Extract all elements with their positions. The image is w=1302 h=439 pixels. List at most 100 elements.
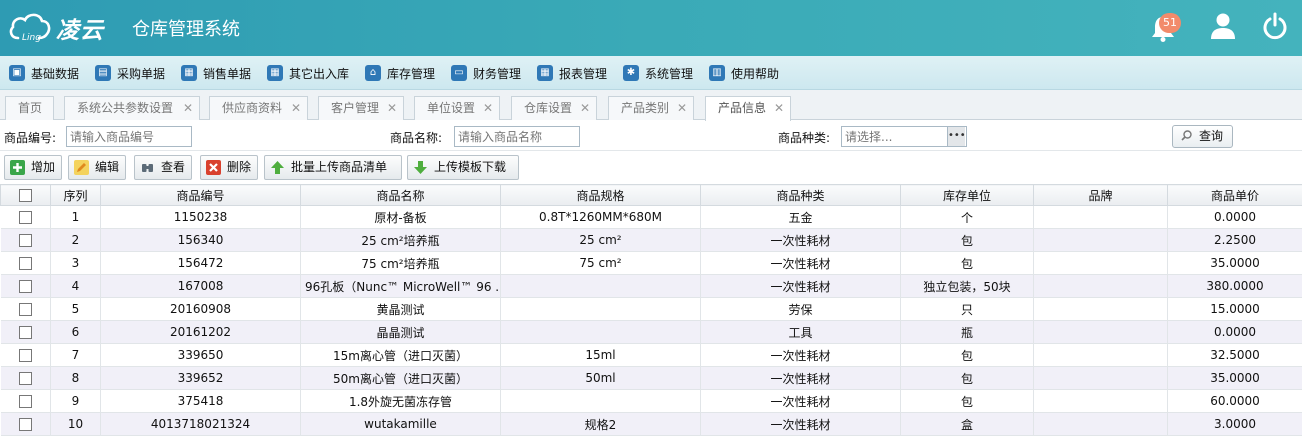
table-cell: 35.0000 bbox=[1167, 366, 1302, 390]
table-header-row: 序列 商品编号 商品名称 商品规格 商品种类 库存单位 品牌 商品单价 bbox=[0, 184, 1302, 206]
table-row[interactable]: 7 339650 15m离心管（进口灭菌） 15ml 一次性耗材包 32.5000 bbox=[0, 343, 1302, 367]
column-header[interactable]: 商品种类 bbox=[700, 184, 901, 206]
row-checkbox[interactable] bbox=[18, 257, 32, 270]
close-icon[interactable]: ✕ bbox=[677, 97, 687, 119]
menu-item-purchase[interactable]: ▤ 采购单据 bbox=[95, 64, 165, 82]
table-row[interactable]: 8 339652 50m离心管（进口灭菌） 50ml 一次性耗材包 35.0000 bbox=[0, 366, 1302, 390]
menu-item-basic-data[interactable]: ▣ 基础数据 bbox=[9, 64, 79, 82]
row-checkbox[interactable] bbox=[18, 303, 32, 316]
table-cell: 规格2 bbox=[500, 412, 701, 436]
table-cell bbox=[500, 320, 701, 344]
product-type-label: 商品种类: bbox=[778, 131, 831, 145]
binoculars-icon bbox=[140, 160, 155, 175]
delete-button[interactable]: 删除 bbox=[200, 155, 258, 180]
close-icon[interactable]: ✕ bbox=[387, 97, 397, 119]
row-checkbox[interactable] bbox=[18, 280, 32, 293]
query-button[interactable]: 查询 bbox=[1172, 125, 1233, 148]
product-code-input[interactable] bbox=[66, 126, 192, 147]
tab-label: 供应商资料 bbox=[222, 101, 283, 115]
column-header[interactable]: 商品名称 bbox=[300, 184, 501, 206]
table-row[interactable]: 4 167008 96孔板（Nunc™ MicroWell™ 96 ... 一次性耗材… bbox=[0, 274, 1302, 298]
power-icon[interactable] bbox=[1262, 12, 1288, 40]
column-header[interactable]: 商品规格 bbox=[500, 184, 701, 206]
select-all-checkbox[interactable] bbox=[19, 189, 32, 202]
tab-customers[interactable]: 客户管理 ✕ bbox=[318, 96, 404, 120]
tab-units[interactable]: 单位设置 ✕ bbox=[414, 96, 500, 120]
column-header[interactable]: 商品单价 bbox=[1167, 184, 1302, 206]
row-checkbox[interactable] bbox=[18, 234, 32, 247]
menu-item-system[interactable]: ✱ 系统管理 bbox=[623, 64, 693, 82]
close-icon[interactable]: ✕ bbox=[774, 97, 784, 119]
more-icon[interactable]: ••• bbox=[947, 127, 966, 146]
arrow-up-icon bbox=[270, 160, 285, 175]
row-select-cell[interactable] bbox=[0, 320, 51, 344]
table-row[interactable]: 10 4013718021324 wutakamille 规格2 一次性耗材盒 3.000… bbox=[0, 412, 1302, 436]
row-select-cell[interactable] bbox=[0, 297, 51, 321]
row-checkbox[interactable] bbox=[18, 372, 32, 385]
row-checkbox[interactable] bbox=[18, 326, 32, 339]
table-row[interactable]: 3 156472 75 cm²培养瓶 75 cm² 一次性耗材包 35.0000 bbox=[0, 251, 1302, 275]
close-icon[interactable]: ✕ bbox=[483, 97, 493, 119]
template-download-button[interactable]: 上传模板下载 bbox=[407, 155, 519, 180]
tab-product-info[interactable]: 产品信息 ✕ bbox=[705, 96, 791, 121]
row-select-cell[interactable] bbox=[0, 228, 51, 252]
menu-item-other-io[interactable]: ▦ 其它出入库 bbox=[267, 64, 349, 82]
table-row[interactable]: 2 156340 25 cm²培养瓶 25 cm² 一次性耗材包 2.2500 bbox=[0, 228, 1302, 252]
product-name-input[interactable] bbox=[454, 126, 580, 147]
column-header[interactable]: 商品编号 bbox=[100, 184, 301, 206]
tab-home[interactable]: 首页 bbox=[5, 96, 54, 120]
table-cell bbox=[1033, 320, 1168, 344]
table-cell: 劳保 bbox=[700, 297, 901, 321]
close-icon[interactable]: ✕ bbox=[183, 97, 193, 119]
close-icon[interactable]: ✕ bbox=[291, 97, 301, 119]
table-row[interactable]: 9 375418 1.8外旋无菌冻存管 一次性耗材包 60.0000 bbox=[0, 389, 1302, 413]
row-select-cell[interactable] bbox=[0, 412, 51, 436]
app-header: Ling 凌云 仓库管理系统 51 bbox=[0, 0, 1302, 56]
add-button[interactable]: 增加 bbox=[4, 155, 62, 180]
tab-system-params[interactable]: 系统公共参数设置 ✕ bbox=[64, 96, 200, 120]
table-cell: 0.0000 bbox=[1167, 320, 1302, 344]
tab-bar: 首页 系统公共参数设置 ✕ 供应商资料 ✕ 客户管理 ✕ 单位设置 ✕ 仓库设置… bbox=[0, 90, 1302, 121]
menu-item-sales[interactable]: ▦ 销售单据 bbox=[181, 64, 251, 82]
user-icon[interactable] bbox=[1210, 12, 1236, 40]
tab-warehouses[interactable]: 仓库设置 ✕ bbox=[511, 96, 597, 120]
plus-icon bbox=[10, 160, 25, 175]
row-checkbox[interactable] bbox=[18, 418, 32, 431]
menu-item-inventory[interactable]: ⌂ 库存管理 bbox=[365, 64, 435, 82]
table-cell bbox=[1033, 366, 1168, 390]
table-cell bbox=[1033, 297, 1168, 321]
table-cell: 8 bbox=[50, 366, 101, 390]
tab-label: 产品信息 bbox=[718, 101, 767, 115]
table-row[interactable]: 1 1150238 原材-备板 0.8T*1260MM*680M 五金个 0.0000 bbox=[0, 205, 1302, 229]
row-checkbox[interactable] bbox=[18, 349, 32, 362]
brand-name: 凌云 bbox=[56, 18, 104, 44]
view-button[interactable]: 查看 bbox=[134, 155, 192, 180]
edit-button[interactable]: 编辑 bbox=[68, 155, 126, 180]
tab-suppliers[interactable]: 供应商资料 ✕ bbox=[209, 96, 308, 120]
row-select-cell[interactable] bbox=[0, 389, 51, 413]
tab-product-categories[interactable]: 产品类别 ✕ bbox=[608, 96, 694, 120]
row-select-cell[interactable] bbox=[0, 205, 51, 229]
table-row[interactable]: 6 20161202 晶晶测试 工具瓶 0.0000 bbox=[0, 320, 1302, 344]
view-button-label: 查看 bbox=[161, 160, 186, 174]
calendar-icon: ▦ bbox=[537, 65, 553, 81]
column-header[interactable]: 品牌 bbox=[1033, 184, 1168, 206]
delete-button-label: 删除 bbox=[227, 160, 252, 174]
menu-item-reports[interactable]: ▦ 报表管理 bbox=[537, 64, 607, 82]
row-select-cell[interactable] bbox=[0, 274, 51, 298]
row-checkbox[interactable] bbox=[18, 395, 32, 408]
select-all-header[interactable] bbox=[0, 184, 51, 206]
row-checkbox[interactable] bbox=[18, 211, 32, 224]
table-cell: 20161202 bbox=[100, 320, 301, 344]
row-select-cell[interactable] bbox=[0, 366, 51, 390]
column-header[interactable]: 库存单位 bbox=[900, 184, 1034, 206]
column-header[interactable]: 序列 bbox=[50, 184, 101, 206]
row-select-cell[interactable] bbox=[0, 251, 51, 275]
close-icon[interactable]: ✕ bbox=[580, 97, 590, 119]
row-select-cell[interactable] bbox=[0, 343, 51, 367]
menu-item-finance[interactable]: ▭ 财务管理 bbox=[451, 64, 521, 82]
table-cell: 3 bbox=[50, 251, 101, 275]
table-row[interactable]: 5 20160908 黄晶测试 劳保只 15.0000 bbox=[0, 297, 1302, 321]
batch-upload-button[interactable]: 批量上传商品清单 bbox=[264, 155, 402, 180]
menu-item-help[interactable]: ▥ 使用帮助 bbox=[709, 64, 779, 82]
